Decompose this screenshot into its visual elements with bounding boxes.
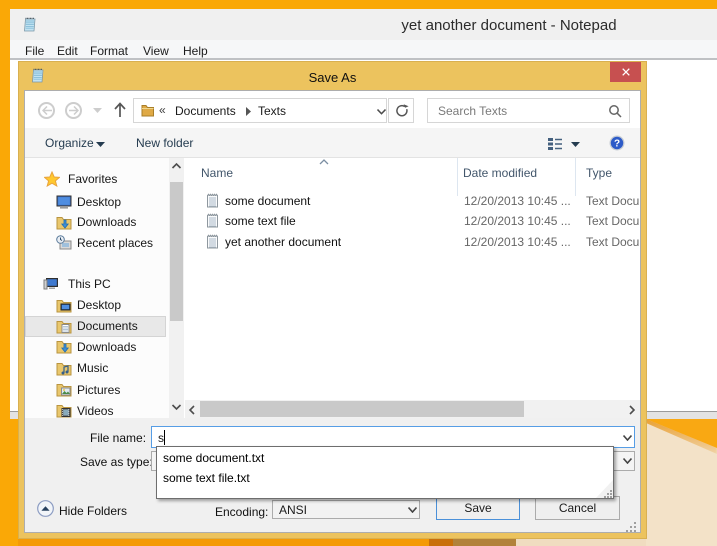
svg-text:?: ? [614,139,620,150]
